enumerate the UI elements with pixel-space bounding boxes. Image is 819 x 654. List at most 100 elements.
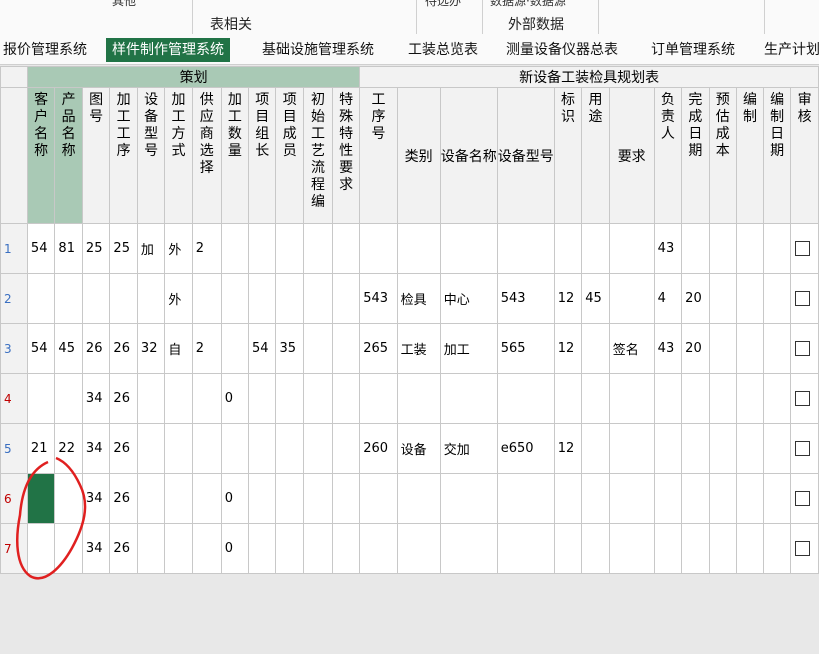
table-cell[interactable] bbox=[439, 373, 498, 424]
ribbon-cut-datasource[interactable]: 数据源·数据源 bbox=[490, 0, 566, 9]
table-cell[interactable]: 43 bbox=[653, 323, 683, 374]
table-cell[interactable]: 设备 bbox=[396, 423, 441, 474]
table-cell[interactable] bbox=[553, 473, 583, 524]
table-cell[interactable]: e650 bbox=[496, 423, 555, 474]
table-cell[interactable] bbox=[54, 373, 83, 424]
tab-tooling-overview[interactable]: 工装总览表 bbox=[408, 40, 478, 64]
table-cell[interactable]: 81 bbox=[54, 223, 83, 274]
table-cell[interactable] bbox=[247, 373, 277, 424]
table-cell[interactable] bbox=[191, 523, 222, 574]
table-cell[interactable] bbox=[302, 473, 334, 524]
table-cell[interactable] bbox=[790, 373, 819, 424]
table-cell[interactable]: 26 bbox=[109, 423, 138, 474]
table-cell[interactable] bbox=[496, 223, 555, 274]
table-cell[interactable] bbox=[708, 473, 737, 524]
table-cell[interactable]: 0 bbox=[220, 523, 249, 574]
corner-cell[interactable] bbox=[0, 66, 28, 88]
table-cell[interactable] bbox=[54, 273, 83, 324]
table-cell[interactable] bbox=[708, 323, 737, 374]
column-header[interactable]: 特殊特性要求 bbox=[332, 87, 361, 224]
table-cell[interactable] bbox=[275, 423, 304, 474]
table-cell[interactable]: 外 bbox=[164, 273, 193, 324]
table-cell[interactable]: 35 bbox=[275, 323, 304, 374]
table-cell[interactable] bbox=[763, 273, 792, 324]
table-cell[interactable]: 25 bbox=[81, 223, 111, 274]
table-cell[interactable] bbox=[81, 273, 111, 324]
table-cell[interactable]: 54 bbox=[247, 323, 277, 374]
table-cell[interactable] bbox=[608, 373, 655, 424]
table-cell[interactable] bbox=[247, 273, 277, 324]
table-cell[interactable]: 45 bbox=[54, 323, 83, 374]
column-header[interactable]: 供应商选择 bbox=[191, 87, 222, 224]
table-cell[interactable]: 20 bbox=[681, 323, 710, 374]
table-cell[interactable]: 26 bbox=[109, 323, 138, 374]
table-cell[interactable] bbox=[790, 223, 819, 274]
table-cell[interactable] bbox=[275, 223, 304, 274]
review-checkbox[interactable] bbox=[795, 341, 811, 356]
table-cell[interactable] bbox=[708, 373, 737, 424]
column-header[interactable]: 完成日期 bbox=[681, 87, 710, 224]
table-cell[interactable] bbox=[735, 223, 765, 274]
table-cell[interactable] bbox=[708, 423, 737, 474]
table-cell[interactable] bbox=[332, 523, 361, 574]
table-cell[interactable] bbox=[681, 223, 710, 274]
review-checkbox[interactable] bbox=[795, 491, 811, 506]
table-cell[interactable] bbox=[136, 373, 166, 424]
table-cell[interactable] bbox=[109, 273, 138, 324]
table-cell[interactable] bbox=[220, 223, 249, 274]
table-cell[interactable]: 4 bbox=[653, 273, 683, 324]
table-cell[interactable] bbox=[439, 523, 498, 574]
table-cell[interactable]: 20 bbox=[681, 273, 710, 324]
tab-measuring-equipment[interactable]: 测量设备仪器总表 bbox=[506, 40, 618, 64]
table-cell[interactable] bbox=[359, 473, 398, 524]
table-cell[interactable] bbox=[164, 473, 193, 524]
table-cell[interactable] bbox=[26, 273, 56, 324]
table-cell[interactable] bbox=[191, 273, 222, 324]
column-header[interactable]: 客户名称 bbox=[26, 87, 56, 224]
table-cell[interactable]: 25 bbox=[109, 223, 138, 274]
table-cell[interactable]: 加 bbox=[136, 223, 166, 274]
row-number[interactable]: 4 bbox=[0, 373, 28, 424]
table-cell[interactable] bbox=[396, 523, 441, 574]
table-cell[interactable]: 26 bbox=[109, 523, 138, 574]
table-cell[interactable] bbox=[790, 473, 819, 524]
table-cell[interactable]: 检具 bbox=[396, 273, 441, 324]
table-cell[interactable] bbox=[653, 373, 683, 424]
table-cell[interactable] bbox=[136, 473, 166, 524]
table-cell[interactable] bbox=[136, 273, 166, 324]
table-cell[interactable] bbox=[581, 323, 610, 374]
table-cell[interactable] bbox=[496, 373, 555, 424]
table-cell[interactable]: 26 bbox=[109, 473, 138, 524]
row-number[interactable]: 1 bbox=[0, 223, 28, 274]
table-cell[interactable] bbox=[396, 223, 441, 274]
table-cell[interactable] bbox=[763, 323, 792, 374]
table-cell[interactable]: 34 bbox=[81, 373, 111, 424]
column-header[interactable]: 初始工艺流程编 bbox=[302, 87, 334, 224]
table-cell[interactable] bbox=[608, 273, 655, 324]
review-checkbox[interactable] bbox=[795, 291, 811, 306]
table-cell[interactable] bbox=[735, 273, 765, 324]
table-cell[interactable]: 43 bbox=[653, 223, 683, 274]
table-cell[interactable] bbox=[332, 373, 361, 424]
review-checkbox[interactable] bbox=[795, 441, 811, 456]
table-cell[interactable] bbox=[302, 423, 334, 474]
review-checkbox[interactable] bbox=[795, 391, 811, 406]
table-cell[interactable]: 32 bbox=[136, 323, 166, 374]
table-cell[interactable] bbox=[763, 223, 792, 274]
table-cell[interactable] bbox=[275, 373, 304, 424]
table-cell[interactable] bbox=[608, 423, 655, 474]
table-cell[interactable] bbox=[790, 323, 819, 374]
column-header[interactable]: 加工数量 bbox=[220, 87, 249, 224]
table-cell[interactable] bbox=[396, 473, 441, 524]
table-cell[interactable]: 543 bbox=[359, 273, 398, 324]
table-cell[interactable]: 签名 bbox=[608, 323, 655, 374]
row-number[interactable]: 2 bbox=[0, 273, 28, 324]
tab-infrastructure[interactable]: 基础设施管理系统 bbox=[262, 40, 374, 64]
table-cell[interactable] bbox=[247, 223, 277, 274]
column-header[interactable]: 负责人 bbox=[653, 87, 683, 224]
table-cell[interactable]: 26 bbox=[81, 323, 111, 374]
table-cell[interactable] bbox=[653, 473, 683, 524]
table-cell[interactable] bbox=[191, 473, 222, 524]
table-cell[interactable]: 加工 bbox=[439, 323, 498, 374]
table-cell[interactable]: 54 bbox=[26, 323, 56, 374]
